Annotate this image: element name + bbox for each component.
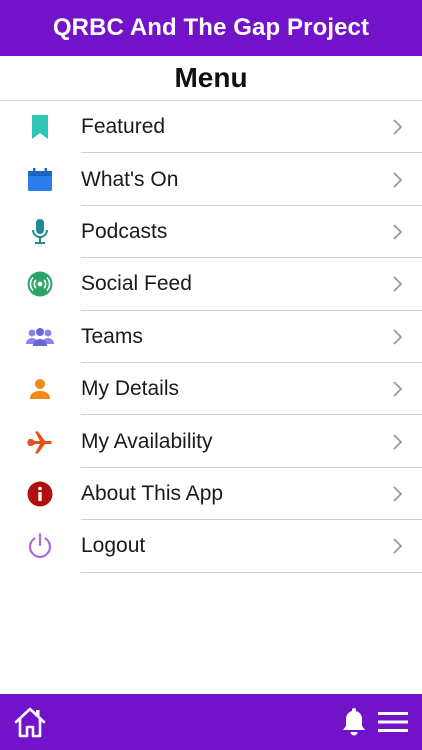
menu-item-whats-on[interactable]: What's On bbox=[0, 153, 422, 206]
chevron-right-icon bbox=[393, 329, 403, 345]
menu-item-logout[interactable]: Logout bbox=[0, 520, 422, 573]
user-icon bbox=[26, 375, 54, 403]
menu-title: Menu bbox=[174, 62, 248, 93]
menu-item-featured[interactable]: Featured bbox=[0, 101, 422, 154]
chevron-right-icon bbox=[393, 119, 403, 135]
menu-item-label: Teams bbox=[81, 324, 143, 348]
divider bbox=[81, 571, 422, 573]
menu-item-label: My Details bbox=[81, 377, 180, 401]
bottom-toolbar bbox=[0, 694, 422, 750]
menu-item-label: What's On bbox=[81, 167, 179, 191]
bell-icon[interactable] bbox=[340, 705, 368, 737]
broadcast-icon bbox=[26, 270, 54, 298]
power-icon bbox=[26, 532, 54, 560]
menu-item-my-availability[interactable]: My Availability bbox=[0, 415, 422, 468]
calendar-icon bbox=[26, 166, 54, 194]
chevron-right-icon bbox=[393, 224, 403, 240]
plane-icon bbox=[26, 428, 54, 456]
menu-item-my-details[interactable]: My Details bbox=[0, 363, 422, 416]
menu-item-label: Featured bbox=[81, 115, 166, 139]
home-icon[interactable] bbox=[14, 706, 46, 738]
menu-item-label: My Availability bbox=[81, 429, 213, 453]
chevron-right-icon bbox=[393, 381, 403, 397]
chevron-right-icon bbox=[393, 171, 403, 188]
menu-heading: Menu bbox=[0, 56, 422, 101]
menu-item-podcasts[interactable]: Podcasts bbox=[0, 206, 422, 259]
app-header: QRBC And The Gap Project bbox=[0, 0, 422, 56]
chevron-right-icon bbox=[393, 538, 403, 554]
chevron-right-icon bbox=[393, 276, 403, 292]
menu-item-teams[interactable]: Teams bbox=[0, 311, 422, 363]
menu-item-label: Logout bbox=[81, 534, 146, 558]
menu-list: Featured What's On Podcasts Social Feed … bbox=[0, 101, 422, 573]
chevron-right-icon bbox=[393, 433, 403, 450]
menu-item-label: About This App bbox=[81, 481, 224, 505]
bookmark-icon bbox=[26, 113, 54, 141]
menu-item-about-this-app[interactable]: About This App bbox=[0, 468, 422, 521]
hamburger-menu-icon[interactable] bbox=[378, 711, 408, 733]
app-title: QRBC And The Gap Project bbox=[52, 14, 370, 41]
menu-item-label: Social Feed bbox=[81, 272, 192, 296]
menu-item-social-feed[interactable]: Social Feed bbox=[0, 258, 422, 311]
menu-item-label: Podcasts bbox=[81, 219, 168, 243]
people-icon bbox=[26, 323, 54, 351]
microphone-icon bbox=[26, 218, 54, 246]
info-icon bbox=[26, 480, 54, 508]
chevron-right-icon bbox=[393, 486, 403, 502]
